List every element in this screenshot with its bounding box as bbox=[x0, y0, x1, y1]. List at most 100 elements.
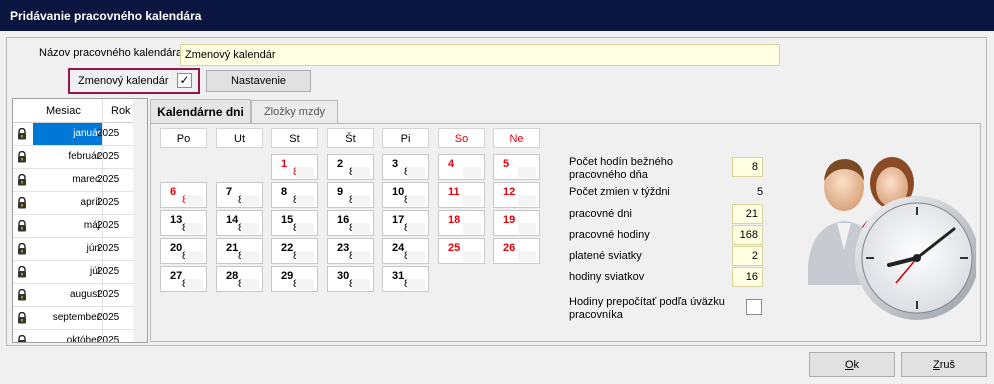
month-name: marec bbox=[72, 174, 100, 185]
calendar-day[interactable]: 308 bbox=[327, 266, 374, 292]
calendar-day[interactable]: 78 bbox=[216, 182, 263, 208]
paid-holidays-field[interactable]: 2 bbox=[732, 246, 763, 266]
calendar-day[interactable]: 178 bbox=[382, 210, 429, 236]
calendar-day[interactable]: 18 bbox=[438, 210, 485, 236]
calendar-day[interactable]: 248 bbox=[382, 238, 429, 264]
calendar-day[interactable]: 218 bbox=[216, 238, 263, 264]
calendar-day[interactable]: 11 bbox=[438, 182, 485, 208]
hours-box bbox=[241, 251, 259, 262]
work-days-field[interactable]: 21 bbox=[732, 204, 763, 224]
month-row[interactable]: september 2025 bbox=[13, 307, 147, 330]
day-number: 25 bbox=[448, 242, 461, 254]
daily-hours-label-line1: Počet hodín bežného bbox=[569, 156, 673, 168]
weekday-header: Ne bbox=[493, 128, 540, 148]
calendar-name-input[interactable]: Zmenový kalendár bbox=[180, 44, 780, 66]
hours-box bbox=[407, 195, 425, 206]
calendar-day[interactable]: 158 bbox=[271, 210, 318, 236]
calendar-name-label: Názov pracovného kalendára bbox=[39, 47, 183, 59]
calendar-day[interactable]: 12 bbox=[493, 182, 540, 208]
calendar-day[interactable]: 298 bbox=[271, 266, 318, 292]
month-grid: Mesiac Rok január 2025 február 2025 marec 202… bbox=[12, 98, 148, 343]
calendar-day[interactable]: 238 bbox=[327, 238, 374, 264]
column-year[interactable]: Rok bbox=[111, 105, 131, 117]
calendar-day[interactable]: 138 bbox=[160, 210, 207, 236]
month-row[interactable]: apríl 2025 bbox=[13, 192, 147, 215]
work-days-label: pracovné dni bbox=[569, 208, 632, 220]
hours-box bbox=[352, 251, 370, 262]
month-name: február bbox=[68, 151, 100, 162]
calendar-day[interactable]: 278 bbox=[160, 266, 207, 292]
calendar-day[interactable]: 68 bbox=[160, 182, 207, 208]
lock-icon bbox=[18, 197, 26, 209]
weekday-header: So bbox=[438, 128, 485, 148]
hours-box bbox=[518, 251, 536, 262]
shifts-per-week-value: 5 bbox=[757, 186, 764, 198]
day-number: 13 bbox=[170, 214, 183, 226]
hours-box bbox=[296, 251, 314, 262]
calendar-day[interactable]: 208 bbox=[160, 238, 207, 264]
day-number: 5 bbox=[503, 158, 510, 170]
calendar-day[interactable]: 88 bbox=[271, 182, 318, 208]
month-year: 2025 bbox=[97, 243, 120, 254]
month-row[interactable]: august 2025 bbox=[13, 284, 147, 307]
calendar-day[interactable]: 38 bbox=[382, 154, 429, 180]
month-year: 2025 bbox=[97, 266, 120, 277]
month-row[interactable]: jún 2025 bbox=[13, 238, 147, 261]
weekday-header: Po bbox=[160, 128, 207, 148]
ok-accesskey: O bbox=[844, 359, 854, 371]
month-name: september bbox=[52, 312, 100, 323]
day-number: 24 bbox=[392, 242, 405, 254]
day-number: 12 bbox=[503, 186, 516, 198]
work-hours-field[interactable]: 168 bbox=[732, 225, 763, 245]
calendar-day[interactable]: 98 bbox=[327, 182, 374, 208]
month-row[interactable]: január 2025 bbox=[13, 123, 147, 146]
month-row[interactable]: február 2025 bbox=[13, 146, 147, 169]
calendar-day[interactable]: 28 bbox=[327, 154, 374, 180]
calendar-day[interactable]: 148 bbox=[216, 210, 263, 236]
calendar-day[interactable]: 108 bbox=[382, 182, 429, 208]
shifts-per-week-label: Počet zmien v týždni bbox=[569, 186, 670, 198]
recalc-checkbox[interactable] bbox=[746, 299, 762, 315]
month-row[interactable]: máj 2025 bbox=[13, 215, 147, 238]
calendar-day[interactable]: 228 bbox=[271, 238, 318, 264]
recalc-label-line1: Hodiny prepočítať podľa úväzku bbox=[569, 296, 725, 308]
hours-box bbox=[463, 167, 481, 178]
hours-box bbox=[185, 195, 203, 206]
weekday-header: Ut bbox=[216, 128, 263, 148]
day-number: 19 bbox=[503, 214, 516, 226]
month-row[interactable]: október 2025 bbox=[13, 330, 147, 342]
hours-box bbox=[296, 279, 314, 290]
calendar-day[interactable]: 18 bbox=[271, 154, 318, 180]
month-row[interactable]: júl 2025 bbox=[13, 261, 147, 284]
hours-box bbox=[296, 167, 314, 178]
weekday-header: St bbox=[271, 128, 318, 148]
column-month[interactable]: Mesiac bbox=[46, 105, 81, 117]
calendar-day[interactable]: 168 bbox=[327, 210, 374, 236]
month-grid-scrollbar[interactable] bbox=[133, 99, 147, 342]
ok-label-rest: k bbox=[853, 359, 860, 371]
calendar-day[interactable]: 5 bbox=[493, 154, 540, 180]
calendar-day[interactable]: 4 bbox=[438, 154, 485, 180]
tab-calendar-days[interactable]: Kalendárne dni bbox=[150, 99, 251, 124]
hours-box bbox=[463, 223, 481, 234]
hours-box bbox=[407, 279, 425, 290]
cancel-button[interactable]: Zruš bbox=[901, 352, 987, 377]
ok-button[interactable]: Ok bbox=[809, 352, 895, 377]
settings-button[interactable]: Nastavenie bbox=[206, 70, 311, 92]
hours-box bbox=[241, 279, 259, 290]
calendar-day[interactable]: 318 bbox=[382, 266, 429, 292]
month-year: 2025 bbox=[97, 197, 120, 208]
holiday-hours-field[interactable]: 16 bbox=[732, 267, 763, 287]
month-row[interactable]: marec 2025 bbox=[13, 169, 147, 192]
day-number: 8 bbox=[281, 186, 288, 198]
shift-calendar-checkbox[interactable]: ✓ bbox=[177, 73, 192, 88]
calendar-day[interactable]: 25 bbox=[438, 238, 485, 264]
hours-box bbox=[407, 251, 425, 262]
tab-wage-components[interactable]: Zložky mzdy bbox=[251, 100, 338, 123]
daily-hours-field[interactable]: 8 bbox=[732, 157, 763, 177]
calendar-day[interactable]: 19 bbox=[493, 210, 540, 236]
calendar-day[interactable]: 288 bbox=[216, 266, 263, 292]
month-name: apríl bbox=[80, 197, 100, 208]
day-number: 26 bbox=[503, 242, 516, 254]
calendar-day[interactable]: 26 bbox=[493, 238, 540, 264]
